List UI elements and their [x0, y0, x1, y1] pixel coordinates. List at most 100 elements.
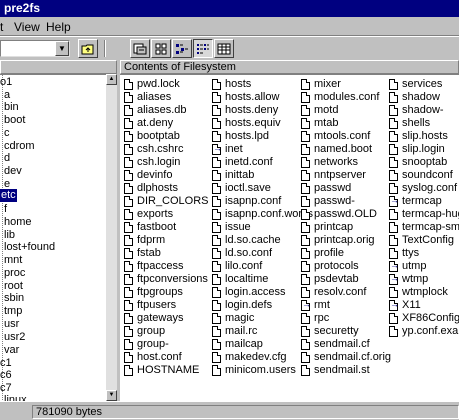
file-name: shadow-: [402, 104, 444, 116]
tree-item-linux[interactable]: linux: [4, 394, 27, 401]
file-name: utmp: [402, 260, 427, 272]
tree-item-tmp[interactable]: tmp: [4, 305, 22, 318]
menu-view[interactable]: View: [14, 20, 40, 34]
details-view-icon: [217, 43, 231, 54]
list-header-label: Contents of Filesystem: [124, 61, 236, 73]
menu-file[interactable]: t: [0, 20, 3, 34]
tree-scrollbar[interactable]: [106, 74, 117, 401]
up-folder-button[interactable]: [78, 39, 98, 58]
drive-combo[interactable]: ▼: [0, 40, 70, 57]
file-name: securetty: [314, 325, 359, 337]
file-name: inet: [225, 143, 243, 155]
large-icons-button[interactable]: [151, 39, 171, 58]
tree-item-proc[interactable]: proc: [4, 267, 25, 280]
document-icon: [212, 365, 221, 376]
document-icon: [124, 209, 133, 220]
file-name: fdprm: [137, 234, 166, 246]
folder-tree[interactable]: o1 a bin boot c cdrom d dev e etc f home lib lost+fou…: [0, 74, 117, 401]
file-name: ttys: [402, 247, 420, 259]
file-name: devinfo: [137, 169, 173, 181]
symlink-file-icon: [212, 142, 222, 155]
document-icon: [212, 196, 221, 207]
document-icon: [389, 92, 398, 103]
tree-item-o1[interactable]: o1: [0, 76, 12, 89]
tree-item-mnt[interactable]: mnt: [4, 254, 22, 267]
menu-help[interactable]: Help: [46, 20, 71, 34]
file-name: termcap: [402, 195, 442, 207]
document-icon: [389, 313, 398, 324]
tree-item-boot[interactable]: boot: [4, 114, 25, 127]
tree-item-f[interactable]: f: [4, 203, 7, 216]
file-name: lilo.conf: [225, 260, 263, 272]
file-name: sendmail.cf: [314, 338, 370, 350]
scroll-down-icon[interactable]: ▼: [106, 390, 117, 401]
tree-connector-line: [2, 75, 3, 401]
details-view-button[interactable]: [214, 39, 234, 58]
file-name: ftpusers: [137, 299, 177, 311]
document-icon: [212, 313, 221, 324]
document-icon: [389, 287, 398, 298]
tree-item-usr2[interactable]: usr2: [4, 331, 25, 344]
tree-item-c[interactable]: c: [4, 127, 10, 140]
document-icon: [124, 144, 133, 155]
scroll-up-icon[interactable]: ▲: [106, 74, 117, 85]
file-name: XF86Config: [402, 312, 459, 324]
chevron-down-icon[interactable]: ▼: [55, 41, 69, 56]
document-icon: [212, 235, 221, 246]
properties-button[interactable]: [130, 39, 150, 58]
symlink-file-icon: [389, 272, 399, 285]
file-name: fastboot: [137, 221, 177, 233]
tree-item-dev[interactable]: dev: [4, 165, 22, 178]
document-icon: [124, 339, 133, 350]
tree-item-usr[interactable]: usr: [4, 318, 19, 331]
folder-up-icon: [81, 44, 94, 54]
document-icon: [301, 352, 310, 363]
tree-item-home[interactable]: home: [4, 216, 32, 229]
document-icon: [212, 274, 221, 285]
document-icon: [124, 196, 133, 207]
document-icon: [212, 339, 221, 350]
document-icon: [124, 248, 133, 259]
tree-header: [0, 60, 117, 74]
document-icon: [301, 261, 310, 272]
file-name: hosts: [225, 78, 252, 90]
file-list[interactable]: pwd.lock aliases aliases.db at.deny bootptab…: [120, 74, 459, 401]
tree-item-c6[interactable]: c6: [0, 369, 12, 382]
document-icon: [301, 248, 310, 259]
file-name: nntpserver: [314, 169, 366, 181]
file-name: services: [402, 78, 443, 90]
file-name: soundconf: [402, 169, 453, 181]
document-icon: [124, 118, 133, 129]
document-icon: [301, 209, 310, 220]
document-icon: [301, 365, 310, 376]
file-name: modules.conf: [314, 91, 380, 103]
document-icon: [212, 118, 221, 129]
tree-item-d[interactable]: d: [4, 152, 10, 165]
file-name: networks: [314, 156, 359, 168]
file-name: slip.hosts: [402, 130, 448, 142]
tree-item-sbin[interactable]: sbin: [4, 292, 24, 305]
tree-item-var[interactable]: var: [4, 344, 19, 357]
document-icon: [124, 261, 133, 272]
symlink-file-icon: [301, 298, 311, 311]
tree-item-etc[interactable]: etc: [0, 189, 17, 202]
file-name: hosts.deny: [225, 104, 279, 116]
symlink-file-icon: [389, 259, 399, 272]
file-name: login.access: [225, 286, 286, 298]
file-name: HOSTNAME: [137, 364, 200, 376]
document-icon: [301, 183, 310, 194]
small-icons-button[interactable]: [172, 39, 192, 58]
properties-icon: [133, 43, 147, 54]
tree-item-lost-found[interactable]: lost+found: [4, 241, 55, 254]
list-view-button[interactable]: [193, 39, 213, 58]
document-icon: [389, 170, 398, 181]
document-icon: [212, 170, 221, 181]
document-icon: [301, 79, 310, 90]
tree-item-bin[interactable]: bin: [4, 101, 19, 114]
document-icon: [124, 235, 133, 246]
document-icon: [389, 235, 398, 246]
file-name: ioctl.save: [225, 182, 271, 194]
file-name: pwd.lock: [137, 78, 180, 90]
file-name: wtmplock: [402, 286, 448, 298]
document-icon: [212, 261, 221, 272]
